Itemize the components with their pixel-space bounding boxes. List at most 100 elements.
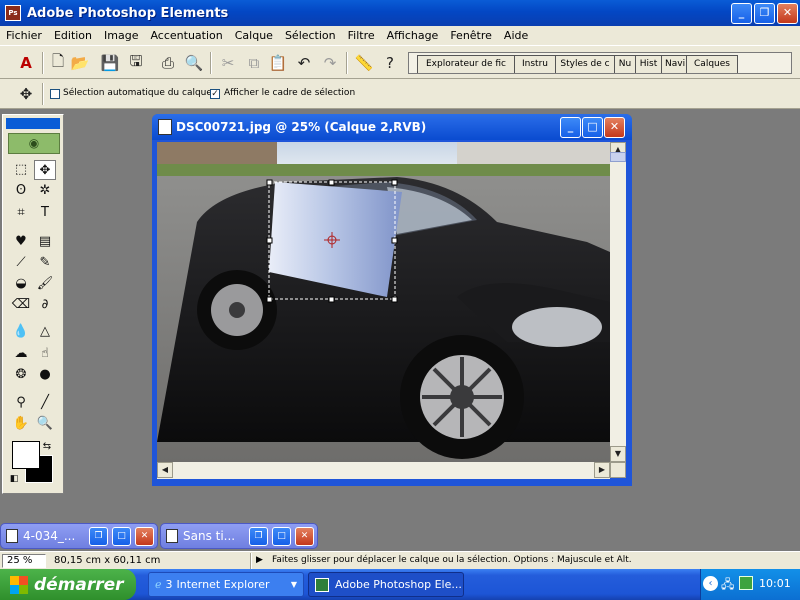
document-title-bar[interactable]: DSC00721.jpg @ 25% (Calque 2,RVB) _ □ ✕ [152,114,632,140]
minimized-doc-1[interactable]: 4-034_... ❐ □ ✕ [0,523,158,549]
transform-handle[interactable] [391,179,398,186]
transform-handle[interactable] [328,179,335,186]
close-icon[interactable]: ✕ [135,527,154,546]
minimize-button[interactable]: _ [731,3,752,24]
sharpen-tool-icon[interactable]: △ [34,322,56,342]
paste-icon[interactable]: 📋 [266,51,290,75]
tab-history[interactable]: Hist [635,55,662,73]
save-icon[interactable]: 💾 [98,51,122,75]
eraser-tool-icon[interactable]: ⌫ [10,295,32,315]
scroll-right-icon[interactable]: ▶ [594,462,610,478]
crop-tool-icon[interactable]: ⌗ [10,203,32,223]
scroll-thumb[interactable] [610,152,626,162]
lasso-tool-icon[interactable]: ʘ [10,181,32,201]
maximize-icon[interactable]: □ [112,527,131,546]
move-tool-icon[interactable]: ✥ [34,160,56,180]
marquee-tool-icon[interactable]: ⬚ [10,160,32,180]
toolbox-header[interactable] [6,118,60,129]
brush-tool-icon[interactable]: 🖌 [34,274,56,294]
copy-icon[interactable]: ⧉ [242,51,266,75]
show-bbox-checkbox[interactable]: ✓ [210,89,220,99]
default-colors-icon[interactable]: ◧ [7,469,21,489]
status-arrow-icon[interactable]: ▶ [256,555,263,565]
menu-aide[interactable]: Aide [498,29,534,42]
ruler-icon[interactable]: 📏 [352,51,376,75]
menu-image[interactable]: Image [98,29,144,42]
zoom-tool-icon[interactable]: 🔍 [34,414,56,434]
menu-accentuation[interactable]: Accentuation [144,29,228,42]
restore-icon[interactable]: ❐ [249,527,268,546]
restore-button[interactable]: ❐ [754,3,775,24]
scroll-left-icon[interactable]: ◀ [157,462,173,478]
network-icon[interactable]: 🖧 [721,575,734,596]
app-title-bar[interactable]: Ps Adobe Photoshop Elements _ ❐ ✕ [0,0,800,26]
horizontal-scrollbar[interactable]: ◀ ▶ [157,462,610,479]
help-question-icon[interactable]: ? [378,51,402,75]
print-icon[interactable]: ⎙ [156,51,180,75]
taskbar-photoshop[interactable]: Adobe Photoshop Ele... [308,572,464,597]
maximize-icon[interactable]: □ [272,527,291,546]
impressionist-brush-icon[interactable]: ∂ [34,295,56,315]
transform-handle[interactable] [266,296,273,303]
swap-colors-icon[interactable]: ⇆ [39,437,55,457]
tab-layers[interactable]: Calques [686,55,738,73]
transform-handle[interactable] [266,237,273,244]
menu-edition[interactable]: Edition [48,29,98,42]
tray-expand-icon[interactable]: ‹ [703,576,718,591]
eyedropper-icon[interactable]: ⟋ [10,253,32,273]
minimized-doc-2[interactable]: Sans ti... ❐ □ ✕ [160,523,318,549]
transform-handle[interactable] [391,296,398,303]
doc-close-button[interactable]: ✕ [604,117,625,138]
cut-icon[interactable]: ✂ [216,51,240,75]
menu-fenetre[interactable]: Fenêtre [444,29,498,42]
undo-icon[interactable]: ↶ [292,51,316,75]
move-tool-icon[interactable]: ✥ [14,82,38,106]
doc-minimize-button[interactable]: _ [560,117,581,138]
menu-affichage[interactable]: Affichage [381,29,445,42]
menu-calque[interactable]: Calque [229,29,279,42]
red-eye-tool-icon[interactable]: ❂ [10,365,32,385]
magic-wand-icon[interactable]: ✲ [34,181,56,201]
close-button[interactable]: ✕ [777,3,798,24]
redo-icon[interactable]: ↷ [318,51,342,75]
clone-stamp-icon[interactable]: ⚲ [10,393,32,413]
zoom-field[interactable]: 25 % [2,554,46,568]
color-picker-icon[interactable]: ╱ [34,393,56,413]
new-file-icon[interactable]: 🗋 [46,51,70,75]
blur-tool-icon[interactable]: 💧 [10,322,32,342]
scroll-down-icon[interactable]: ▼ [610,446,626,462]
doc-maximize-button[interactable]: □ [582,117,603,138]
tab-styles[interactable]: Styles de c [555,55,615,73]
dodge-tool-icon[interactable]: ● [34,365,56,385]
menu-selection[interactable]: Sélection [279,29,342,42]
print-preview-icon[interactable]: 🔍 [182,51,206,75]
vertical-scrollbar[interactable]: ▲ ▼ [610,142,626,462]
taskbar-ie-group[interactable]: ℯ 3 Internet Explorer ▼ [148,572,304,597]
clock[interactable]: 10:01 [759,577,791,590]
tab-file-browser[interactable]: Explorateur de fic [417,55,515,73]
type-tool-icon[interactable]: T [34,203,56,223]
foreground-color[interactable] [12,441,40,469]
tab-swatches[interactable]: Nu [614,55,636,73]
image-canvas[interactable] [157,142,610,462]
hand-tool-icon[interactable]: ✋ [10,414,32,434]
eye-icon[interactable]: ◉ [8,133,60,154]
transform-handle[interactable] [328,296,335,303]
transform-handle[interactable] [266,179,273,186]
auto-select-checkbox[interactable] [50,89,60,99]
paint-bucket-icon[interactable]: ◒ [10,274,32,294]
restore-icon[interactable]: ❐ [89,527,108,546]
tab-navigator[interactable]: Navi [661,55,687,73]
pencil-tool-icon[interactable]: ✎ [34,253,56,273]
close-icon[interactable]: ✕ [295,527,314,546]
menu-fichier[interactable]: Fichier [0,29,48,42]
smudge-tool-icon[interactable]: ☝ [34,344,56,364]
adobe-logo-icon[interactable]: A [14,51,38,75]
menu-filtre[interactable]: Filtre [342,29,381,42]
gradient-tool-icon[interactable]: ▤ [34,232,56,252]
sponge-tool-icon[interactable]: ☁ [10,344,32,364]
custom-shape-icon[interactable]: ♥ [10,232,32,252]
transform-handle[interactable] [391,237,398,244]
open-file-icon[interactable]: 📂 [68,51,92,75]
start-button[interactable]: démarrer [0,569,136,600]
